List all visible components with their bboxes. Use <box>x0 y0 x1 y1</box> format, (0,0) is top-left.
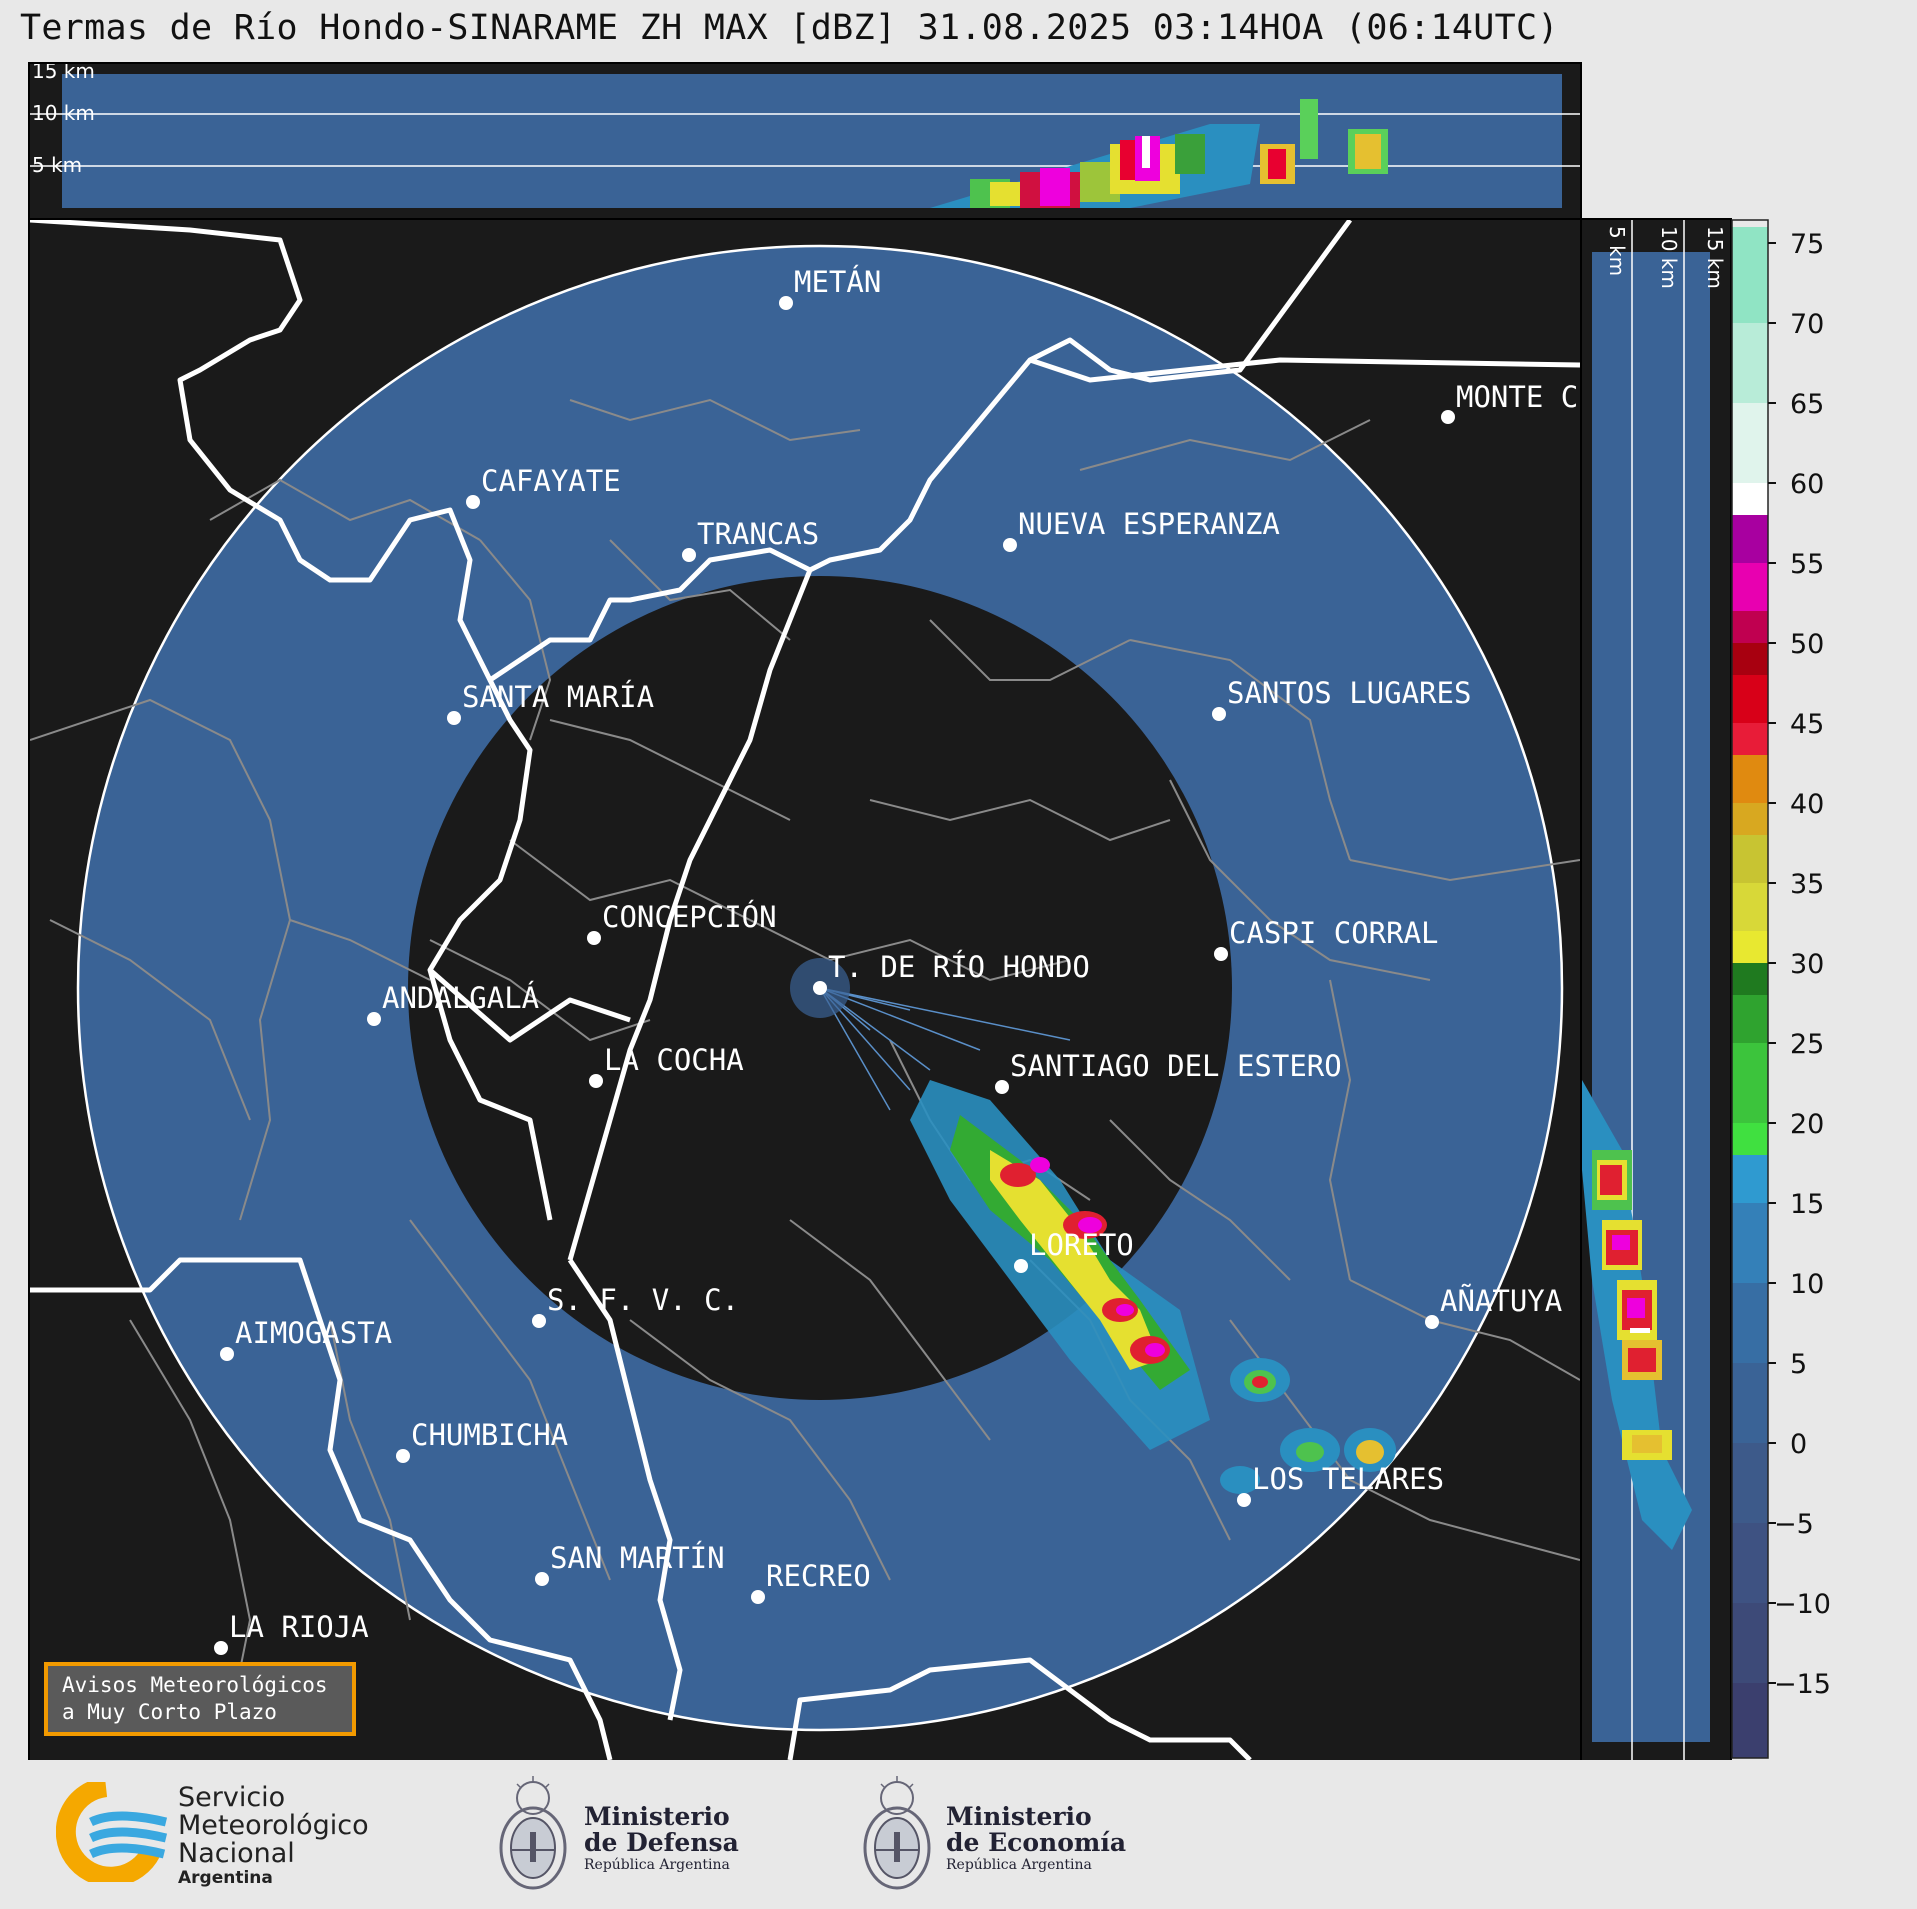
colorbar-band <box>1732 643 1768 675</box>
cb-tick-70: 70 <box>1790 309 1824 340</box>
colorbar-band <box>1732 1523 1768 1603</box>
cb-tick-60: 60 <box>1790 469 1824 500</box>
colorbar-band <box>1732 227 1768 323</box>
smn-logo-icon <box>56 1782 168 1882</box>
colorbar-band <box>1732 1155 1768 1203</box>
svg-text:CHUMBICHA: CHUMBICHA <box>411 1418 568 1452</box>
colorbar-band <box>1732 883 1768 931</box>
avisos-box[interactable]: Avisos Meteorológicos a Muy Corto Plazo <box>44 1662 356 1736</box>
svg-text:SANTA MARÍA: SANTA MARÍA <box>462 680 654 714</box>
colorbar-band <box>1732 611 1768 643</box>
colorbar-band <box>1732 1123 1768 1155</box>
cb-tick-55: 55 <box>1790 549 1824 580</box>
colorbar-band <box>1732 483 1768 515</box>
colorbar-band <box>1732 403 1768 483</box>
cb-tick-50: 50 <box>1790 629 1824 660</box>
avisos-line1: Avisos Meteorológicos <box>62 1673 328 1697</box>
city-la-rioja: LA RIOJA <box>214 1610 369 1655</box>
svg-text:SANTOS LUGARES: SANTOS LUGARES <box>1227 676 1471 710</box>
cb-tick-15: 15 <box>1790 1189 1824 1220</box>
side-height-label-15: 15 km <box>1703 226 1727 289</box>
svg-text:LOS TELARES: LOS TELARES <box>1252 1462 1444 1496</box>
svg-text:SANTIAGO DEL ESTERO: SANTIAGO DEL ESTERO <box>1010 1049 1342 1083</box>
vertical-profile-top: 15 km 10 km 5 km <box>28 62 1582 220</box>
colorbar-bands <box>1732 227 1768 1758</box>
cb-tick-40: 40 <box>1790 789 1824 820</box>
colorbar-band <box>1732 963 1768 995</box>
colorbar-band <box>1732 1603 1768 1683</box>
colorbar-band <box>1732 1203 1768 1283</box>
svg-text:CAFAYATE: CAFAYATE <box>481 464 621 498</box>
svg-text:S. F. V. C.: S. F. V. C. <box>547 1283 739 1317</box>
page-title: Termas de Río Hondo-SINARAME ZH MAX [dBZ… <box>20 8 1559 48</box>
colorbar-band <box>1732 675 1768 723</box>
cb-tick-25: 25 <box>1790 1029 1824 1060</box>
svg-text:CASPI CORRAL: CASPI CORRAL <box>1229 916 1439 950</box>
colorbar-band <box>1732 995 1768 1043</box>
svg-text:METÁN: METÁN <box>794 265 881 299</box>
cb-tick-minus10: −10 <box>1774 1589 1831 1620</box>
colorbar-band <box>1732 723 1768 755</box>
colorbar-band <box>1732 323 1768 403</box>
svg-text:LA RIOJA: LA RIOJA <box>229 1610 369 1644</box>
colorbar-band <box>1732 931 1768 963</box>
defensa-text: Ministerio de Defensa República Argentin… <box>584 1802 739 1874</box>
cb-tick-20: 20 <box>1790 1109 1824 1140</box>
cb-tick-45: 45 <box>1790 709 1824 740</box>
svg-text:TRANCAS: TRANCAS <box>697 517 819 551</box>
colorbar: 75 70 65 60 55 50 45 40 35 30 25 20 15 1… <box>1730 218 1910 1760</box>
coat-of-arms-icon <box>499 1776 567 1890</box>
svg-text:CONCEPCIÓN: CONCEPCIÓN <box>602 900 777 934</box>
radar-map: METÁN MONTE C CAFAYATE TRANCAS NUEVA ESP… <box>28 218 1582 1762</box>
vertical-profile-side: 5 km 10 km 15 km <box>1580 218 1732 1762</box>
cb-tick-10: 10 <box>1790 1269 1824 1300</box>
svg-text:T. DE RÍO HONDO: T. DE RÍO HONDO <box>828 950 1090 984</box>
colorbar-band <box>1732 803 1768 835</box>
colorbar-band <box>1732 563 1768 611</box>
coat-of-arms-icon-2 <box>863 1776 931 1890</box>
height-label-15: 15 km <box>32 64 95 83</box>
colorbar-band <box>1732 1683 1768 1758</box>
smn-text: Servicio Meteorológico Nacional Argentin… <box>178 1782 369 1889</box>
svg-text:AIMOGASTA: AIMOGASTA <box>235 1316 392 1350</box>
economia-text: Ministerio de Economía República Argenti… <box>946 1802 1127 1874</box>
footer: Servicio Meteorológico Nacional Argentin… <box>0 1760 1917 1909</box>
svg-text:AÑATUYA: AÑATUYA <box>1440 1284 1562 1318</box>
height-label-5: 5 km <box>32 153 82 177</box>
svg-text:LA COCHA: LA COCHA <box>604 1043 744 1077</box>
city-monte-c: MONTE C <box>1441 380 1578 424</box>
cb-tick-35: 35 <box>1790 869 1824 900</box>
colorbar-band <box>1732 1443 1768 1523</box>
side-height-label-5: 5 km <box>1605 226 1629 276</box>
avisos-line2: a Muy Corto Plazo <box>62 1700 277 1724</box>
colorbar-band <box>1732 1043 1768 1123</box>
cb-tick-5: 5 <box>1790 1349 1807 1380</box>
svg-text:MONTE C: MONTE C <box>1456 380 1578 414</box>
cb-tick-65: 65 <box>1790 389 1824 420</box>
cb-tick-minus5: −5 <box>1774 1509 1814 1540</box>
colorbar-band <box>1732 755 1768 803</box>
colorbar-band <box>1732 835 1768 883</box>
svg-text:ANDALGALÁ: ANDALGALÁ <box>382 981 539 1015</box>
cb-tick-75: 75 <box>1790 229 1824 260</box>
svg-text:SAN MARTÍN: SAN MARTÍN <box>550 1541 725 1575</box>
side-height-label-10: 10 km <box>1657 226 1681 289</box>
svg-text:LORETO: LORETO <box>1029 1228 1134 1262</box>
cb-tick-minus15: −15 <box>1774 1669 1831 1700</box>
cb-tick-0: 0 <box>1790 1429 1807 1460</box>
svg-text:RECREO: RECREO <box>766 1559 871 1593</box>
height-label-10: 10 km <box>32 101 95 125</box>
colorbar-band <box>1732 1363 1768 1443</box>
svg-text:NUEVA ESPERANZA: NUEVA ESPERANZA <box>1018 507 1280 541</box>
colorbar-ticks: 75 70 65 60 55 50 45 40 35 30 25 20 15 1… <box>1768 229 1831 1700</box>
colorbar-band <box>1732 515 1768 563</box>
colorbar-band <box>1732 1283 1768 1363</box>
cb-tick-30: 30 <box>1790 949 1824 980</box>
